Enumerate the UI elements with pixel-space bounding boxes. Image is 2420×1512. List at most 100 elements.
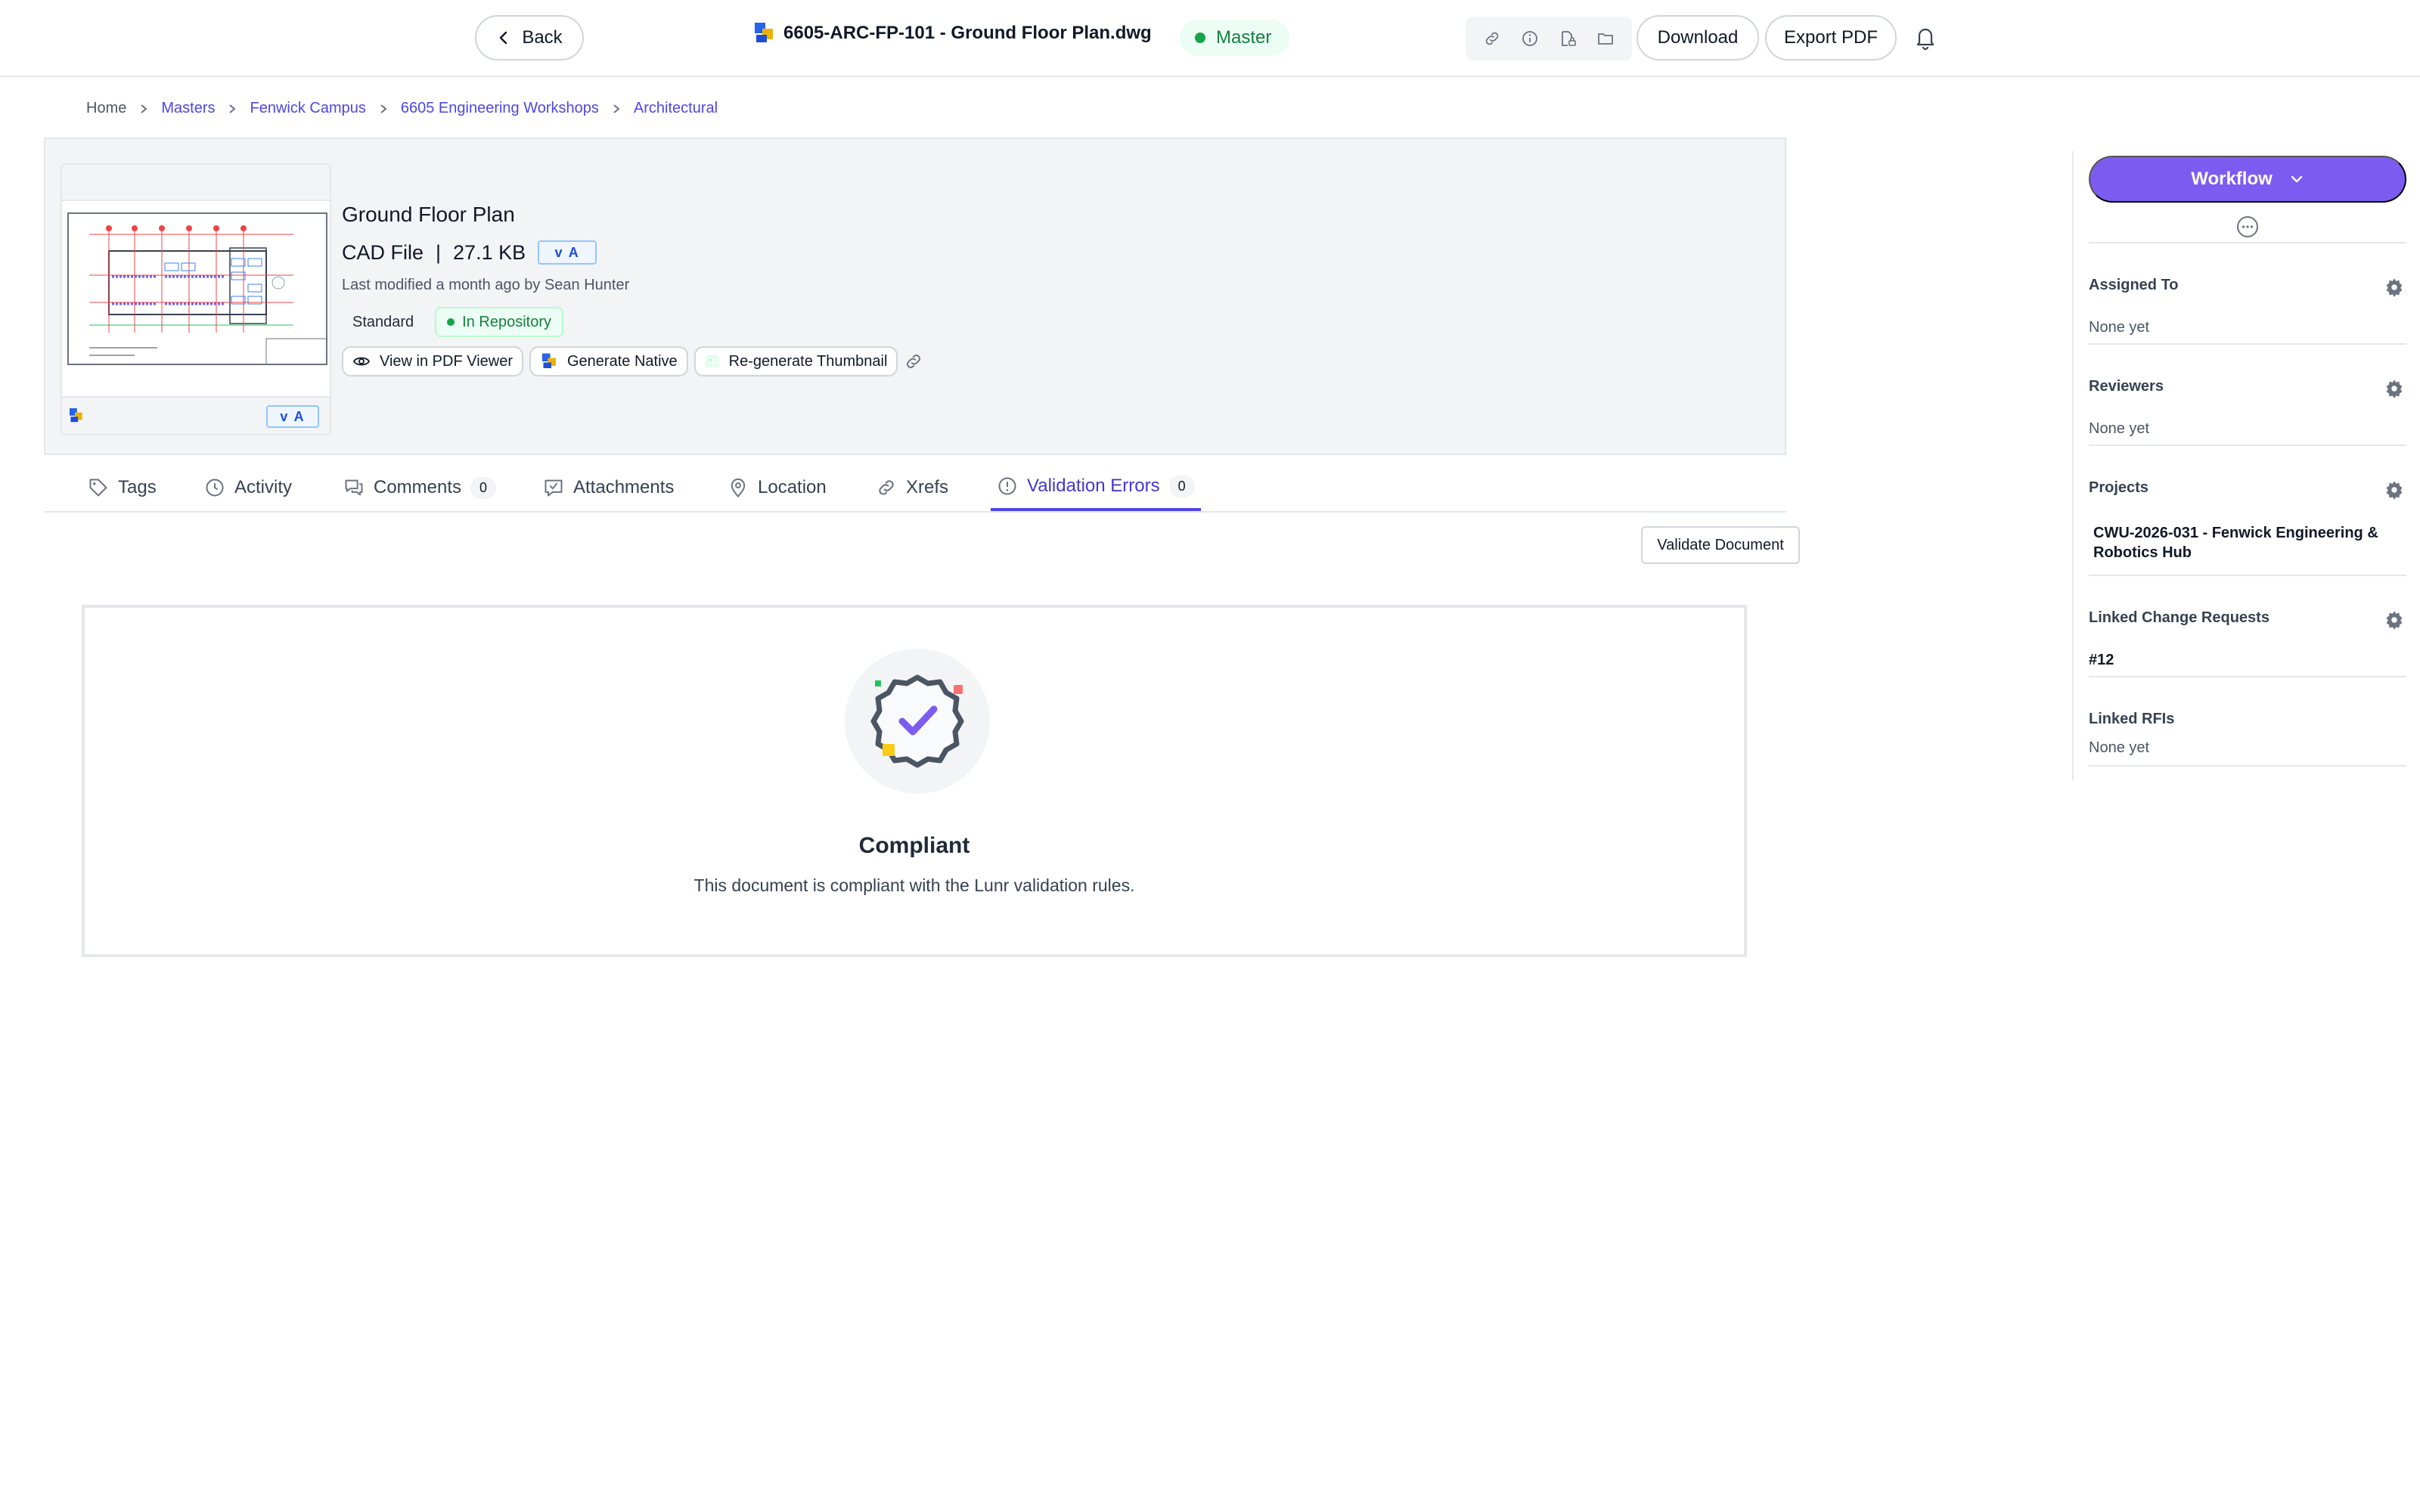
- assigned-to-value: None yet: [2089, 319, 2150, 336]
- image-icon: [706, 355, 719, 367]
- verified-badge-icon: [870, 674, 964, 768]
- chevron-right-icon: [599, 104, 634, 114]
- gear-icon[interactable]: [2384, 479, 2405, 500]
- link-icon[interactable]: [1477, 23, 1507, 54]
- status-dot-icon: [447, 318, 455, 326]
- repository-tag: In Repository: [435, 307, 564, 337]
- view-pdf-button[interactable]: View in PDF Viewer: [342, 346, 523, 376]
- standard-tag: Standard: [342, 307, 425, 337]
- chevron-left-icon: [500, 31, 507, 45]
- document-actions: View in PDF Viewer Generate Native Re-ge…: [342, 346, 923, 376]
- comments-icon: [345, 479, 363, 496]
- gear-icon[interactable]: [2384, 378, 2405, 399]
- status-badge-label: Master: [1216, 27, 1272, 48]
- linked-change-requests-section: Linked Change Requests #12: [2089, 575, 2406, 676]
- right-sidebar: Workflow Assigned To None yet Reviewers …: [2072, 151, 2406, 780]
- chevron-down-icon: [2291, 175, 2302, 183]
- tab-validation-errors[interactable]: Validation Errors 0: [991, 464, 1201, 511]
- validation-errors-count: 0: [1168, 475, 1195, 497]
- download-button[interactable]: Download: [1637, 15, 1759, 60]
- info-icon[interactable]: [1515, 23, 1545, 54]
- export-pdf-button[interactable]: Export PDF: [1765, 15, 1897, 60]
- validation-result-panel: Compliant This document is compliant wit…: [82, 605, 1747, 957]
- version-badge: v A: [538, 240, 597, 265]
- document-file-name: 6605-ARC-FP-101 - Ground Floor Plan.dwg: [783, 23, 1152, 43]
- compliant-title: Compliant: [858, 833, 970, 858]
- project-link-line1[interactable]: CWU-2026-031 - Fenwick Engineering &: [2093, 525, 2378, 542]
- breadcrumb-discipline[interactable]: Architectural: [634, 100, 718, 117]
- tab-xrefs[interactable]: Xrefs: [876, 464, 948, 511]
- document-header-card: v A Ground Floor Plan CAD File | 27.1 KB…: [44, 138, 1786, 455]
- assigned-to-section: Assigned To None yet: [2089, 242, 2406, 343]
- back-button[interactable]: Back: [475, 15, 584, 60]
- file-size: 27.1 KB: [453, 240, 526, 264]
- breadcrumb: Home Masters Fenwick Campus 6605 Enginee…: [86, 100, 718, 117]
- tag-icon: [89, 479, 107, 497]
- status-badge: Master: [1180, 20, 1290, 56]
- tab-comments[interactable]: Comments 0: [343, 464, 497, 511]
- linked-rfis-section: Linked RFIs None yet: [2089, 676, 2406, 767]
- status-tags: Standard In Repository: [342, 307, 564, 337]
- status-dot-icon: [1195, 33, 1205, 43]
- tab-attachments[interactable]: Attachments: [543, 464, 674, 511]
- chevron-right-icon: [126, 104, 161, 114]
- regenerate-thumbnail-button[interactable]: Re-generate Thumbnail: [693, 346, 898, 376]
- project-link-line2[interactable]: Robotics Hub: [2093, 544, 2192, 562]
- document-name: Ground Floor Plan: [342, 203, 515, 226]
- breadcrumb-campus[interactable]: Fenwick Campus: [250, 100, 365, 117]
- location-pin-icon: [731, 479, 746, 498]
- link-icon[interactable]: [904, 352, 923, 371]
- document-meta: CAD File | 27.1 KB v A: [342, 240, 597, 265]
- file-lock-icon[interactable]: [1553, 23, 1583, 54]
- tab-activity[interactable]: Activity: [204, 464, 292, 511]
- assigned-to-label: Assigned To: [2089, 277, 2179, 293]
- repository-tag-label: In Repository: [462, 313, 552, 330]
- floor-plan-preview: [67, 212, 327, 365]
- back-label: Back: [522, 27, 563, 48]
- toolbar-icon-group: [1466, 17, 1632, 60]
- linked-change-requests-label: Linked Change Requests: [2089, 609, 2270, 626]
- comments-count: 0: [470, 476, 497, 499]
- bell-icon[interactable]: [1910, 23, 1941, 53]
- compliant-badge: [845, 649, 990, 794]
- compliant-description: This document is compliant with the Lunr…: [693, 875, 1135, 895]
- breadcrumb-building[interactable]: 6605 Engineering Workshops: [401, 100, 599, 117]
- projects-section: Projects CWU-2026-031 - Fenwick Engineer…: [2089, 445, 2406, 575]
- gear-icon[interactable]: [2384, 609, 2405, 631]
- dwg-file-icon: [755, 23, 773, 44]
- linked-rfis-value: None yet: [2089, 739, 2150, 756]
- tab-location[interactable]: Location: [728, 464, 827, 511]
- reviewers-value: None yet: [2089, 420, 2150, 437]
- chevron-right-icon: [215, 104, 250, 114]
- document-tabs: Tags Activity Comments 0 Attachments Loc…: [44, 464, 1786, 513]
- reviewers-label: Reviewers: [2089, 378, 2164, 395]
- document-title: 6605-ARC-FP-101 - Ground Floor Plan.dwg: [755, 23, 1152, 44]
- attachment-check-icon: [544, 479, 563, 497]
- tab-tags[interactable]: Tags: [88, 464, 157, 511]
- dwg-file-icon: [70, 408, 82, 423]
- workflow-button[interactable]: Workflow: [2089, 156, 2406, 203]
- generate-native-button[interactable]: Generate Native: [529, 346, 688, 376]
- more-options-icon[interactable]: [2235, 215, 2260, 239]
- document-thumbnail[interactable]: v A: [60, 163, 331, 435]
- version-badge: v A: [266, 405, 319, 428]
- chevron-right-icon: [366, 104, 401, 114]
- folder-icon[interactable]: [1590, 23, 1621, 54]
- validate-document-button[interactable]: Validate Document: [1641, 526, 1800, 564]
- eye-icon: [352, 357, 371, 366]
- projects-label: Projects: [2089, 479, 2149, 496]
- breadcrumb-masters[interactable]: Masters: [161, 100, 215, 117]
- dwg-file-icon: [542, 353, 556, 370]
- meta-divider: |: [436, 240, 442, 264]
- breadcrumb-home[interactable]: Home: [86, 100, 126, 117]
- reviewers-section: Reviewers None yet: [2089, 343, 2406, 445]
- file-type: CAD File: [342, 240, 424, 264]
- alert-circle-icon: [998, 477, 1016, 495]
- last-modified: Last modified a month ago by Sean Hunter: [342, 277, 630, 293]
- linked-rfis-label: Linked RFIs: [2089, 711, 2175, 727]
- link-icon: [879, 480, 894, 495]
- top-bar: Back 6605-ARC-FP-101 - Ground Floor Plan…: [0, 0, 2420, 77]
- change-request-link[interactable]: #12: [2089, 652, 2114, 669]
- clock-icon: [206, 479, 224, 497]
- gear-icon[interactable]: [2384, 277, 2405, 298]
